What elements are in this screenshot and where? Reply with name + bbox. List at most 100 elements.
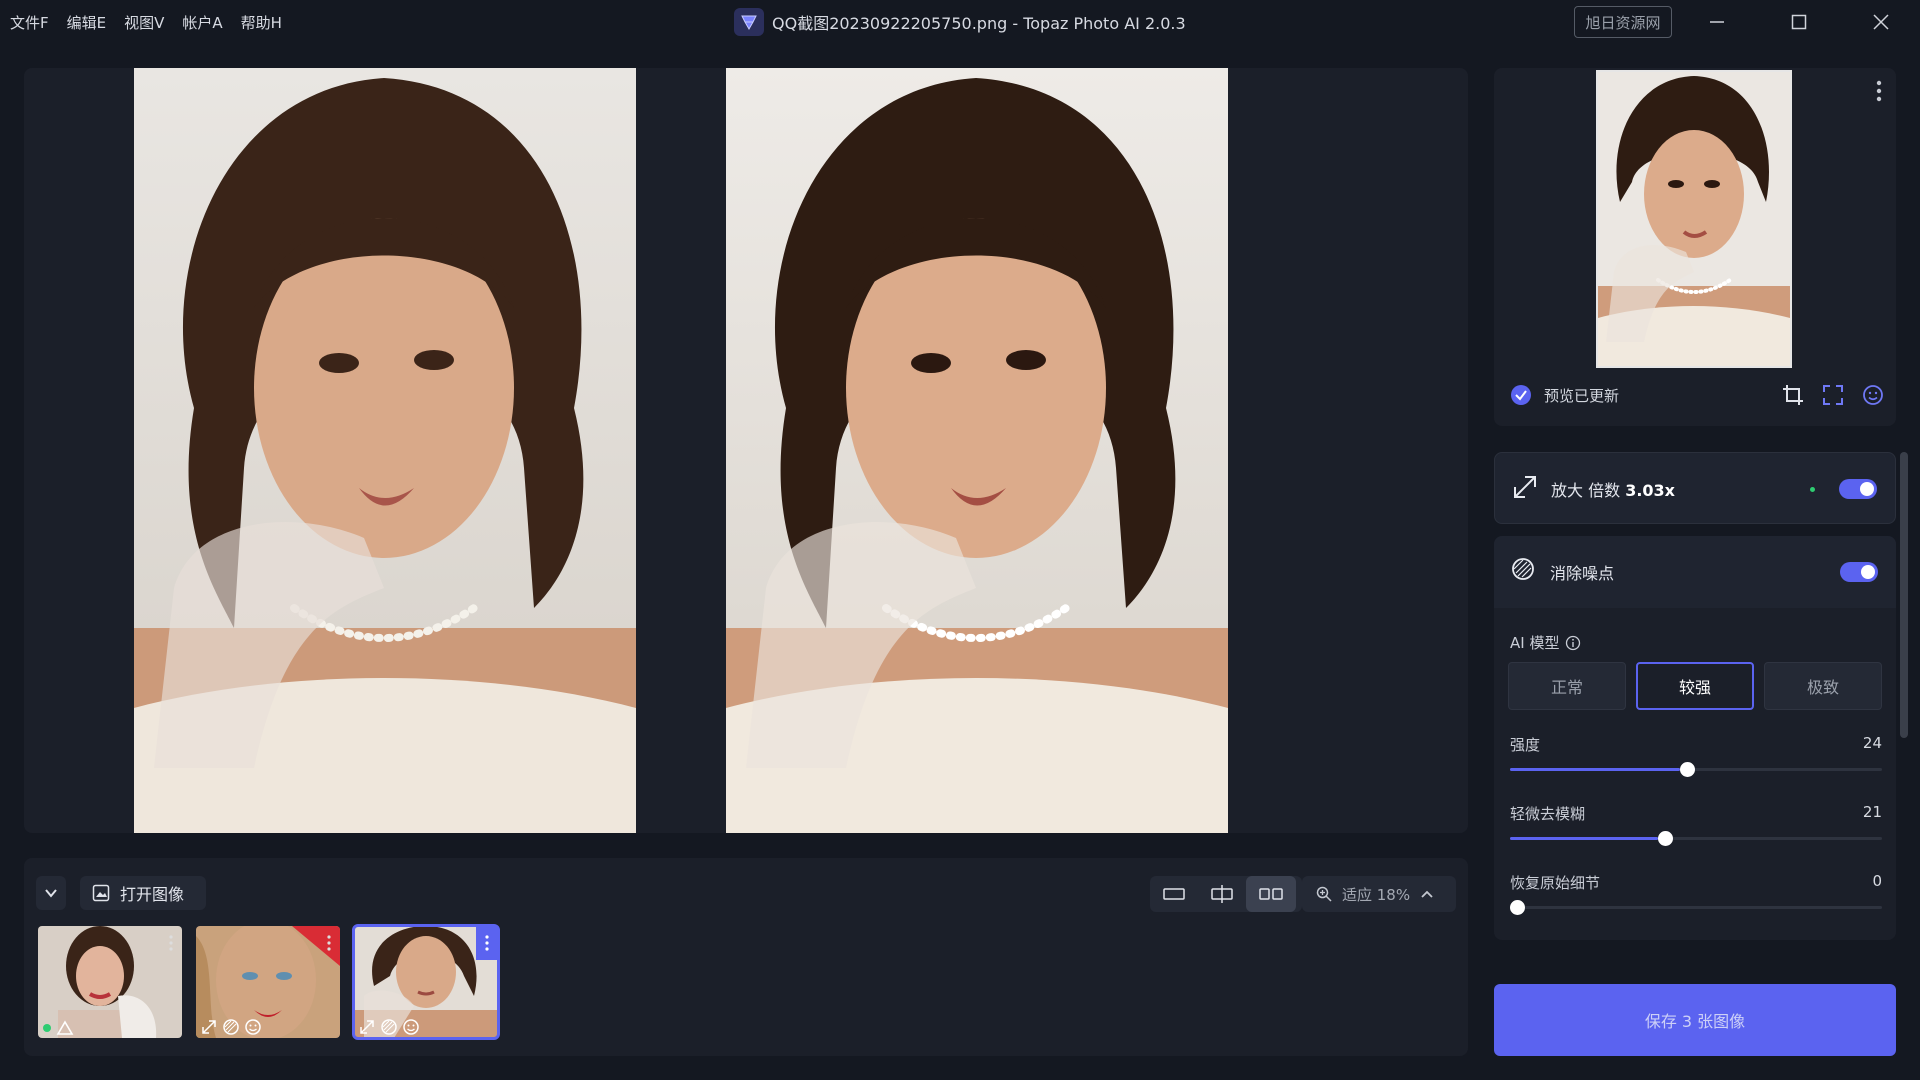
save-images-button[interactable]: 保存 3 张图像 (1494, 984, 1896, 1056)
image-viewer[interactable] (24, 68, 1468, 833)
ai-model-text: AI 模型 (1510, 634, 1560, 652)
denoise-icon (1512, 558, 1534, 580)
preview-tools (1782, 384, 1884, 406)
preview-status-label: 预览已更新 (1544, 386, 1620, 405)
warning-icon (56, 1020, 74, 1035)
recover-detail-value: 0 (1872, 872, 1882, 890)
window-title-text: QQ截图20230922205750.png - Topaz Photo AI … (772, 14, 1186, 33)
menu-help[interactable]: 帮助H (241, 12, 282, 33)
recover-detail-label: 恢复原始细节 (1510, 874, 1601, 892)
kebab-icon (485, 935, 489, 951)
face-icon (403, 1019, 419, 1035)
slider-track[interactable] (1510, 900, 1882, 915)
chevron-down-icon (45, 889, 57, 898)
status-dot (1810, 487, 1815, 492)
recover-detail-slider[interactable]: 恢复原始细节 0 (1510, 872, 1882, 915)
slider-handle[interactable] (1679, 762, 1695, 777)
maximize-button[interactable] (1774, 6, 1824, 38)
minimize-button[interactable] (1692, 6, 1742, 38)
thumbnail-woman-blue-eyes[interactable] (196, 926, 340, 1038)
collapse-button[interactable] (36, 876, 66, 910)
panel-scrollbar[interactable] (1900, 452, 1908, 738)
chevron-up-icon (1421, 890, 1433, 898)
minimize-icon (1710, 21, 1724, 23)
preview-menu-button[interactable] (1876, 80, 1882, 106)
title-bar: 文件F 编辑E 视图V 帐户A 帮助H QQ截图20230922205750.p… (0, 0, 1920, 44)
upscale-label: 放大 倍数 (1551, 481, 1621, 500)
close-button[interactable] (1856, 6, 1906, 38)
crop-icon[interactable] (1782, 384, 1804, 406)
open-image-label: 打开图像 (120, 885, 185, 904)
status-dot-icon (43, 1024, 51, 1032)
denoise-header[interactable]: 消除噪点 (1494, 536, 1896, 608)
denoise-icon (381, 1019, 397, 1035)
slider-handle[interactable] (1510, 900, 1525, 915)
face-icon[interactable] (1862, 384, 1884, 406)
deblur-slider[interactable]: 轻微去模糊 21 (1510, 803, 1882, 846)
upscale-card[interactable]: 放大 倍数 3.03x (1494, 452, 1896, 524)
kebab-icon (1876, 80, 1882, 102)
menu-edit[interactable]: 编辑E (67, 12, 106, 33)
preview-panel: 预览已更新 (1494, 68, 1896, 426)
denoise-toggle[interactable] (1840, 562, 1878, 582)
thumbnail-woman-holding-glove[interactable] (38, 926, 182, 1038)
strength-slider[interactable]: 强度 24 (1510, 734, 1882, 777)
view-mode-group (1150, 876, 1302, 912)
thumbnail-badges (358, 1018, 420, 1036)
info-icon[interactable] (1565, 635, 1581, 651)
model-strong-button[interactable]: 较强 (1636, 662, 1754, 710)
split-view-button[interactable] (1198, 876, 1246, 912)
side-by-side-view-button[interactable] (1246, 876, 1296, 912)
menu-view[interactable]: 视图V (124, 12, 164, 33)
strength-label: 强度 (1510, 736, 1541, 754)
maximize-icon (1791, 14, 1807, 30)
navigator-image (1598, 72, 1790, 366)
single-view-icon (1163, 888, 1185, 900)
slider-track[interactable] (1510, 762, 1882, 777)
original-image (134, 68, 636, 833)
upscale-title: 放大 倍数 3.03x (1551, 477, 1675, 501)
model-normal-button[interactable]: 正常 (1508, 662, 1626, 710)
zoom-label: 适应 18% (1342, 885, 1411, 904)
upscale-value: 3.03x (1625, 481, 1675, 500)
thumbnail-badges (42, 1020, 74, 1036)
denoise-card: 消除噪点 AI 模型 正常 较强 极致 强度 24 轻微去模糊 21 恢复原始细… (1494, 536, 1896, 940)
zoom-in-icon (1316, 886, 1332, 902)
preview-status: 预览已更新 (1510, 384, 1619, 406)
menu-file[interactable]: 文件F (10, 12, 49, 33)
watermark-label: 旭日资源网 (1574, 6, 1672, 38)
menu-account[interactable]: 帐户A (182, 12, 222, 33)
thumbnail-strip (38, 924, 500, 1040)
upscale-toggle[interactable] (1839, 479, 1877, 499)
model-extreme-button[interactable]: 极致 (1764, 662, 1882, 710)
slider-track[interactable] (1510, 831, 1882, 846)
side-by-side-icon (1259, 888, 1283, 900)
ai-model-options: 正常 较强 极致 (1508, 662, 1882, 710)
fullscreen-icon[interactable] (1822, 384, 1844, 406)
close-icon (1873, 14, 1889, 30)
image-icon (92, 884, 110, 902)
kebab-icon (327, 935, 331, 951)
slider-fill (1510, 768, 1680, 771)
face-icon (245, 1019, 261, 1035)
menu-bar: 文件F 编辑E 视图V 帐户A 帮助H (10, 12, 282, 33)
thumbnail-badges (200, 1018, 262, 1036)
thumbnail-menu-button[interactable] (476, 926, 498, 960)
upscale-icon (202, 1020, 216, 1034)
deblur-value: 21 (1862, 803, 1882, 821)
bottom-bar: 打开图像 适应 18% (24, 858, 1468, 1056)
thumbnail-woman-pearl-necklace[interactable] (352, 924, 500, 1040)
ai-model-label: AI 模型 (1510, 632, 1581, 653)
window-title: QQ截图20230922205750.png - Topaz Photo AI … (734, 8, 1186, 36)
thumbnail-menu-button[interactable] (160, 926, 182, 960)
thumbnail-menu-button[interactable] (318, 926, 340, 960)
denoise-title: 消除噪点 (1550, 564, 1615, 583)
navigator-thumbnail[interactable] (1596, 70, 1792, 368)
kebab-icon (169, 935, 173, 951)
open-image-button[interactable]: 打开图像 (80, 876, 206, 910)
split-view-icon (1211, 885, 1233, 903)
single-view-button[interactable] (1150, 876, 1198, 912)
slider-handle[interactable] (1658, 831, 1674, 846)
enhanced-image (726, 68, 1228, 833)
zoom-control[interactable]: 适应 18% (1302, 876, 1456, 912)
